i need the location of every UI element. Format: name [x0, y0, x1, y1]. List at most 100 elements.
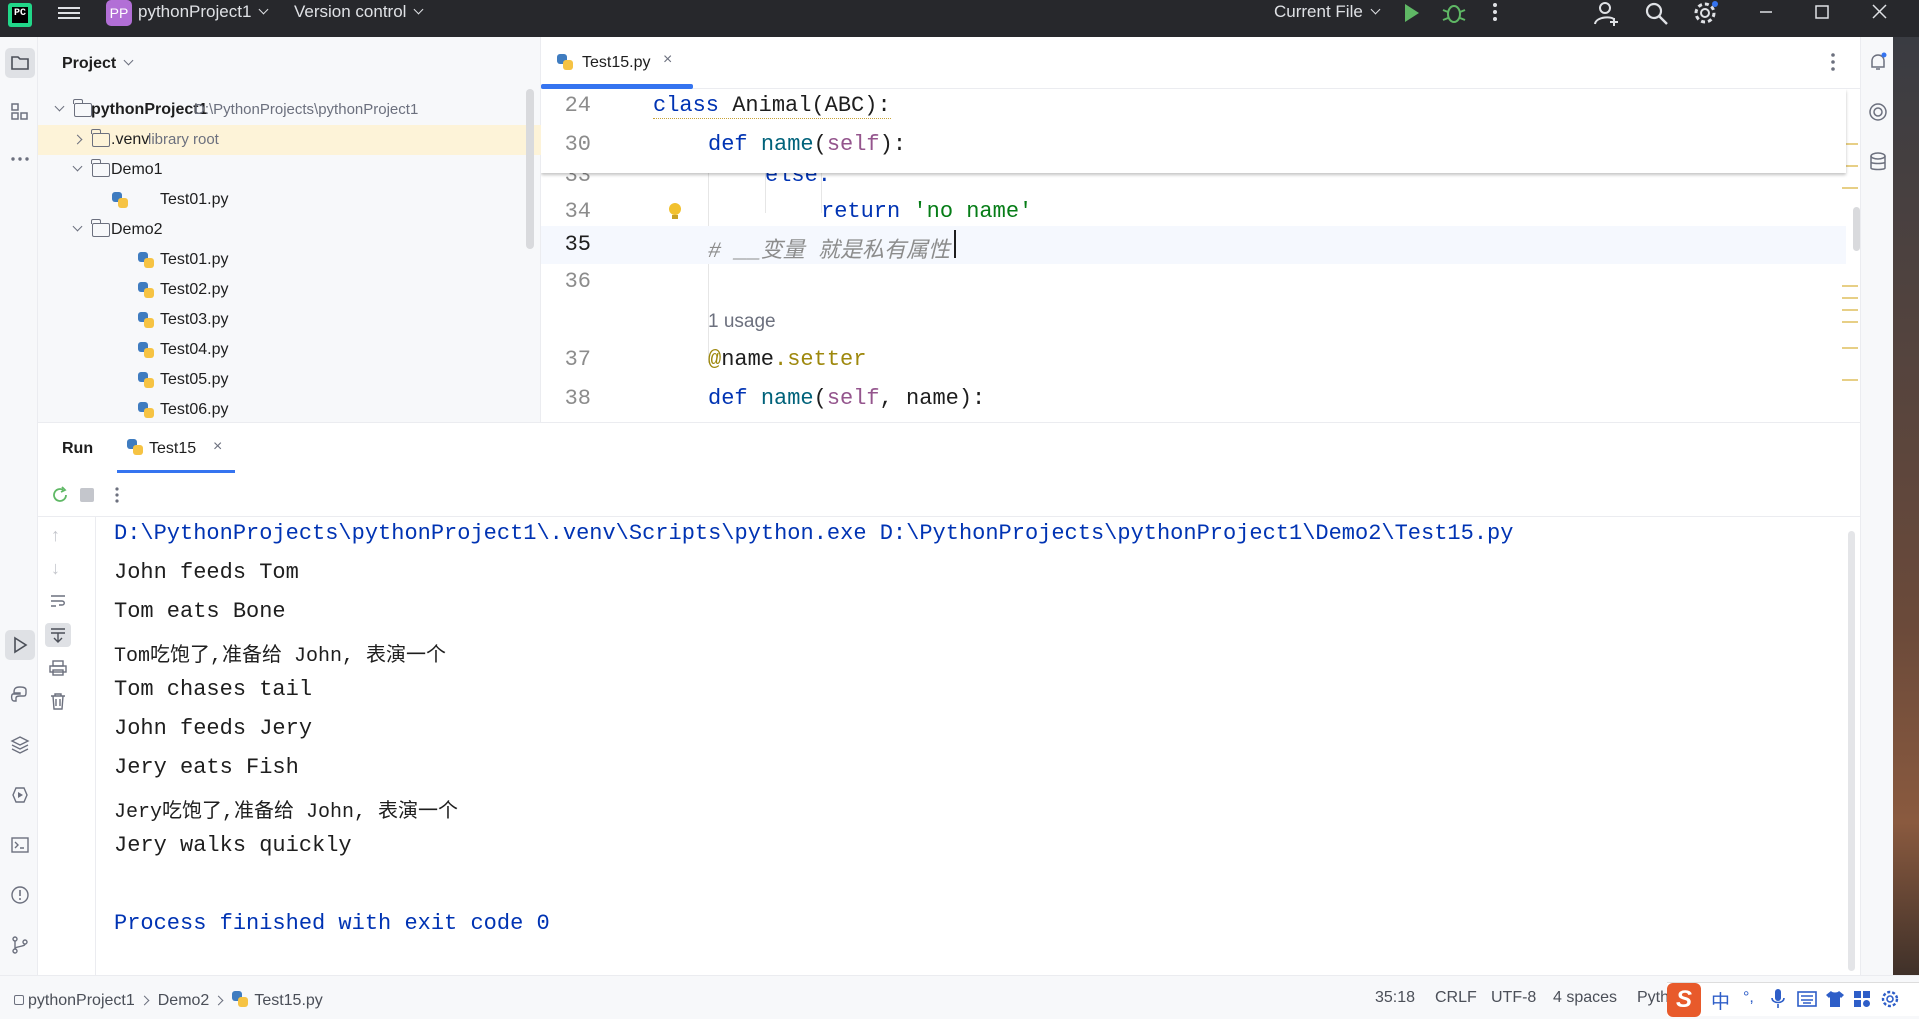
chevron-right-icon[interactable] — [72, 134, 83, 145]
git-branch-icon — [12, 936, 28, 954]
ai-assistant-icon[interactable] — [1867, 101, 1889, 128]
terminal-button[interactable] — [5, 830, 35, 860]
tree-item-demo1[interactable]: Demo1 — [38, 155, 541, 185]
run-tab-test15[interactable]: Test15 × — [117, 423, 235, 473]
project-pane-header[interactable]: Project — [62, 55, 134, 73]
project-scrollbar[interactable] — [526, 89, 534, 249]
error-stripe-marker[interactable] — [1842, 187, 1858, 189]
soft-wrap-icon[interactable] — [49, 593, 67, 614]
maximize-icon[interactable] — [1808, 0, 1836, 28]
run-tab-close-icon[interactable]: × — [213, 438, 222, 456]
error-stripe-marker[interactable] — [1842, 297, 1858, 299]
code-line-37[interactable]: @name.setter — [708, 347, 866, 372]
code-line-35[interactable]: # __变量 就是私有属性 — [708, 232, 950, 264]
arrow-down-icon[interactable]: ↓ — [51, 558, 60, 579]
tree-item-file[interactable]: Test02.py — [38, 275, 541, 305]
add-user-icon[interactable] — [1592, 0, 1620, 28]
trash-icon[interactable] — [50, 692, 66, 715]
code-area[interactable]: 24 class Animal(ABC): 30 def name(self):… — [541, 89, 1860, 422]
tree-item-file[interactable]: Test03.py — [38, 305, 541, 335]
tree-item-file[interactable]: Test04.py — [38, 335, 541, 365]
version-control-button[interactable] — [5, 930, 35, 960]
tab-close-icon[interactable]: × — [663, 51, 672, 69]
more-tools-button[interactable] — [5, 144, 35, 174]
error-stripe-marker[interactable] — [1842, 309, 1858, 311]
toolbox-icon[interactable] — [1853, 990, 1871, 1013]
error-stripe-marker[interactable] — [1842, 321, 1858, 323]
breadcrumb-item[interactable]: pythonProject1 — [28, 992, 135, 1009]
project-switcher[interactable]: pythonProject1 — [138, 2, 269, 22]
sogou-logo-icon[interactable]: S — [1667, 983, 1701, 1017]
rerun-icon[interactable] — [50, 485, 70, 510]
database-icon[interactable] — [1867, 151, 1889, 178]
minimize-icon[interactable] — [1752, 0, 1780, 28]
tree-item-root[interactable]: pythonProject1 D:\PythonProjects\pythonP… — [38, 95, 541, 125]
vcs-menu[interactable]: Version control — [294, 2, 424, 22]
search-icon[interactable] — [1643, 0, 1671, 28]
module-icon — [14, 995, 24, 1005]
chevron-down-icon[interactable] — [72, 221, 83, 232]
ime-language-toggle[interactable]: 中 — [1711, 987, 1730, 1014]
notifications-bell-icon[interactable] — [1867, 51, 1889, 78]
error-stripe-marker[interactable] — [1842, 379, 1858, 381]
console-scrollbar[interactable] — [1848, 531, 1855, 971]
settings-gear-icon[interactable] — [1692, 0, 1720, 28]
folder-icon — [91, 219, 110, 237]
chevron-down-icon[interactable] — [54, 101, 65, 112]
stop-icon[interactable] — [80, 488, 94, 502]
problems-button[interactable] — [5, 880, 35, 910]
skin-icon[interactable] — [1825, 990, 1845, 1013]
editor-scrollbar[interactable] — [1853, 207, 1860, 251]
keyboard-icon[interactable] — [1797, 991, 1817, 1012]
sticky-line-def[interactable]: def name(self): — [708, 132, 906, 157]
line-separator[interactable]: CRLF — [1435, 989, 1477, 1007]
microphone-icon[interactable] — [1771, 988, 1785, 1015]
run-button[interactable] — [1398, 0, 1426, 28]
tree-item-venv[interactable]: .venv library root — [38, 125, 541, 155]
debug-button[interactable] — [1440, 0, 1468, 28]
tab-options-icon[interactable] — [1829, 51, 1837, 78]
vcs-label: Version control — [294, 2, 407, 21]
main-menu-icon[interactable] — [58, 4, 80, 24]
code-line-34[interactable]: return 'no name' — [821, 199, 1032, 224]
punctuation-icon[interactable]: °, — [1743, 989, 1754, 1007]
code-line-38[interactable]: def name(self, name): — [708, 386, 985, 411]
python-file-icon — [127, 439, 143, 455]
run-config-selector[interactable]: Current File — [1274, 2, 1381, 22]
console-line: Tom吃饱了,准备给 John, 表演一个 — [114, 645, 447, 668]
run-tool-button[interactable] — [5, 630, 35, 660]
breadcrumb-item[interactable]: Test15.py — [254, 992, 322, 1009]
tree-item-file[interactable]: Test05.py — [38, 365, 541, 395]
print-icon[interactable] — [49, 660, 67, 681]
structure-tool-button[interactable] — [5, 97, 35, 127]
project-tool-button[interactable] — [5, 48, 35, 78]
tree-item-demo2[interactable]: Demo2 — [38, 215, 541, 245]
close-icon[interactable] — [1866, 0, 1894, 28]
breadcrumb-item[interactable]: Demo2 — [158, 992, 210, 1009]
chevron-down-icon[interactable] — [72, 161, 83, 172]
file-encoding[interactable]: UTF-8 — [1491, 989, 1536, 1007]
scroll-to-end-button[interactable] — [45, 623, 71, 647]
tab-test15[interactable]: Test15.py × — [541, 37, 693, 89]
punct-token: , name): — [879, 386, 986, 411]
caret-position[interactable]: 35:18 — [1375, 989, 1415, 1007]
decorator-token: @ — [708, 347, 722, 372]
more-run-actions-icon[interactable] — [114, 486, 120, 509]
project-badge[interactable]: PP — [106, 0, 132, 26]
pycharm-logo-icon[interactable]: PC — [8, 3, 32, 27]
error-stripe-marker[interactable] — [1842, 347, 1858, 349]
python-packages-button[interactable] — [5, 730, 35, 760]
tree-item-file[interactable]: Test06.py — [38, 395, 541, 422]
ime-settings-icon[interactable] — [1881, 990, 1899, 1013]
arrow-up-icon[interactable]: ↑ — [51, 525, 60, 546]
services-button[interactable] — [5, 780, 35, 810]
sticky-line-class[interactable]: class Animal(ABC): — [653, 93, 891, 119]
more-actions-icon[interactable] — [1484, 0, 1512, 28]
error-stripe-marker[interactable] — [1842, 285, 1858, 287]
python-console-button[interactable] — [5, 680, 35, 710]
tree-item-file[interactable]: Test01.py — [38, 245, 541, 275]
tree-item-file[interactable]: Test01.py — [38, 185, 541, 215]
indent-setting[interactable]: 4 spaces — [1553, 989, 1617, 1007]
usage-inlay-hint[interactable]: 1 usage — [708, 311, 776, 333]
console-output[interactable]: D:\PythonProjects\pythonProject1\.venv\S… — [114, 517, 1844, 976]
